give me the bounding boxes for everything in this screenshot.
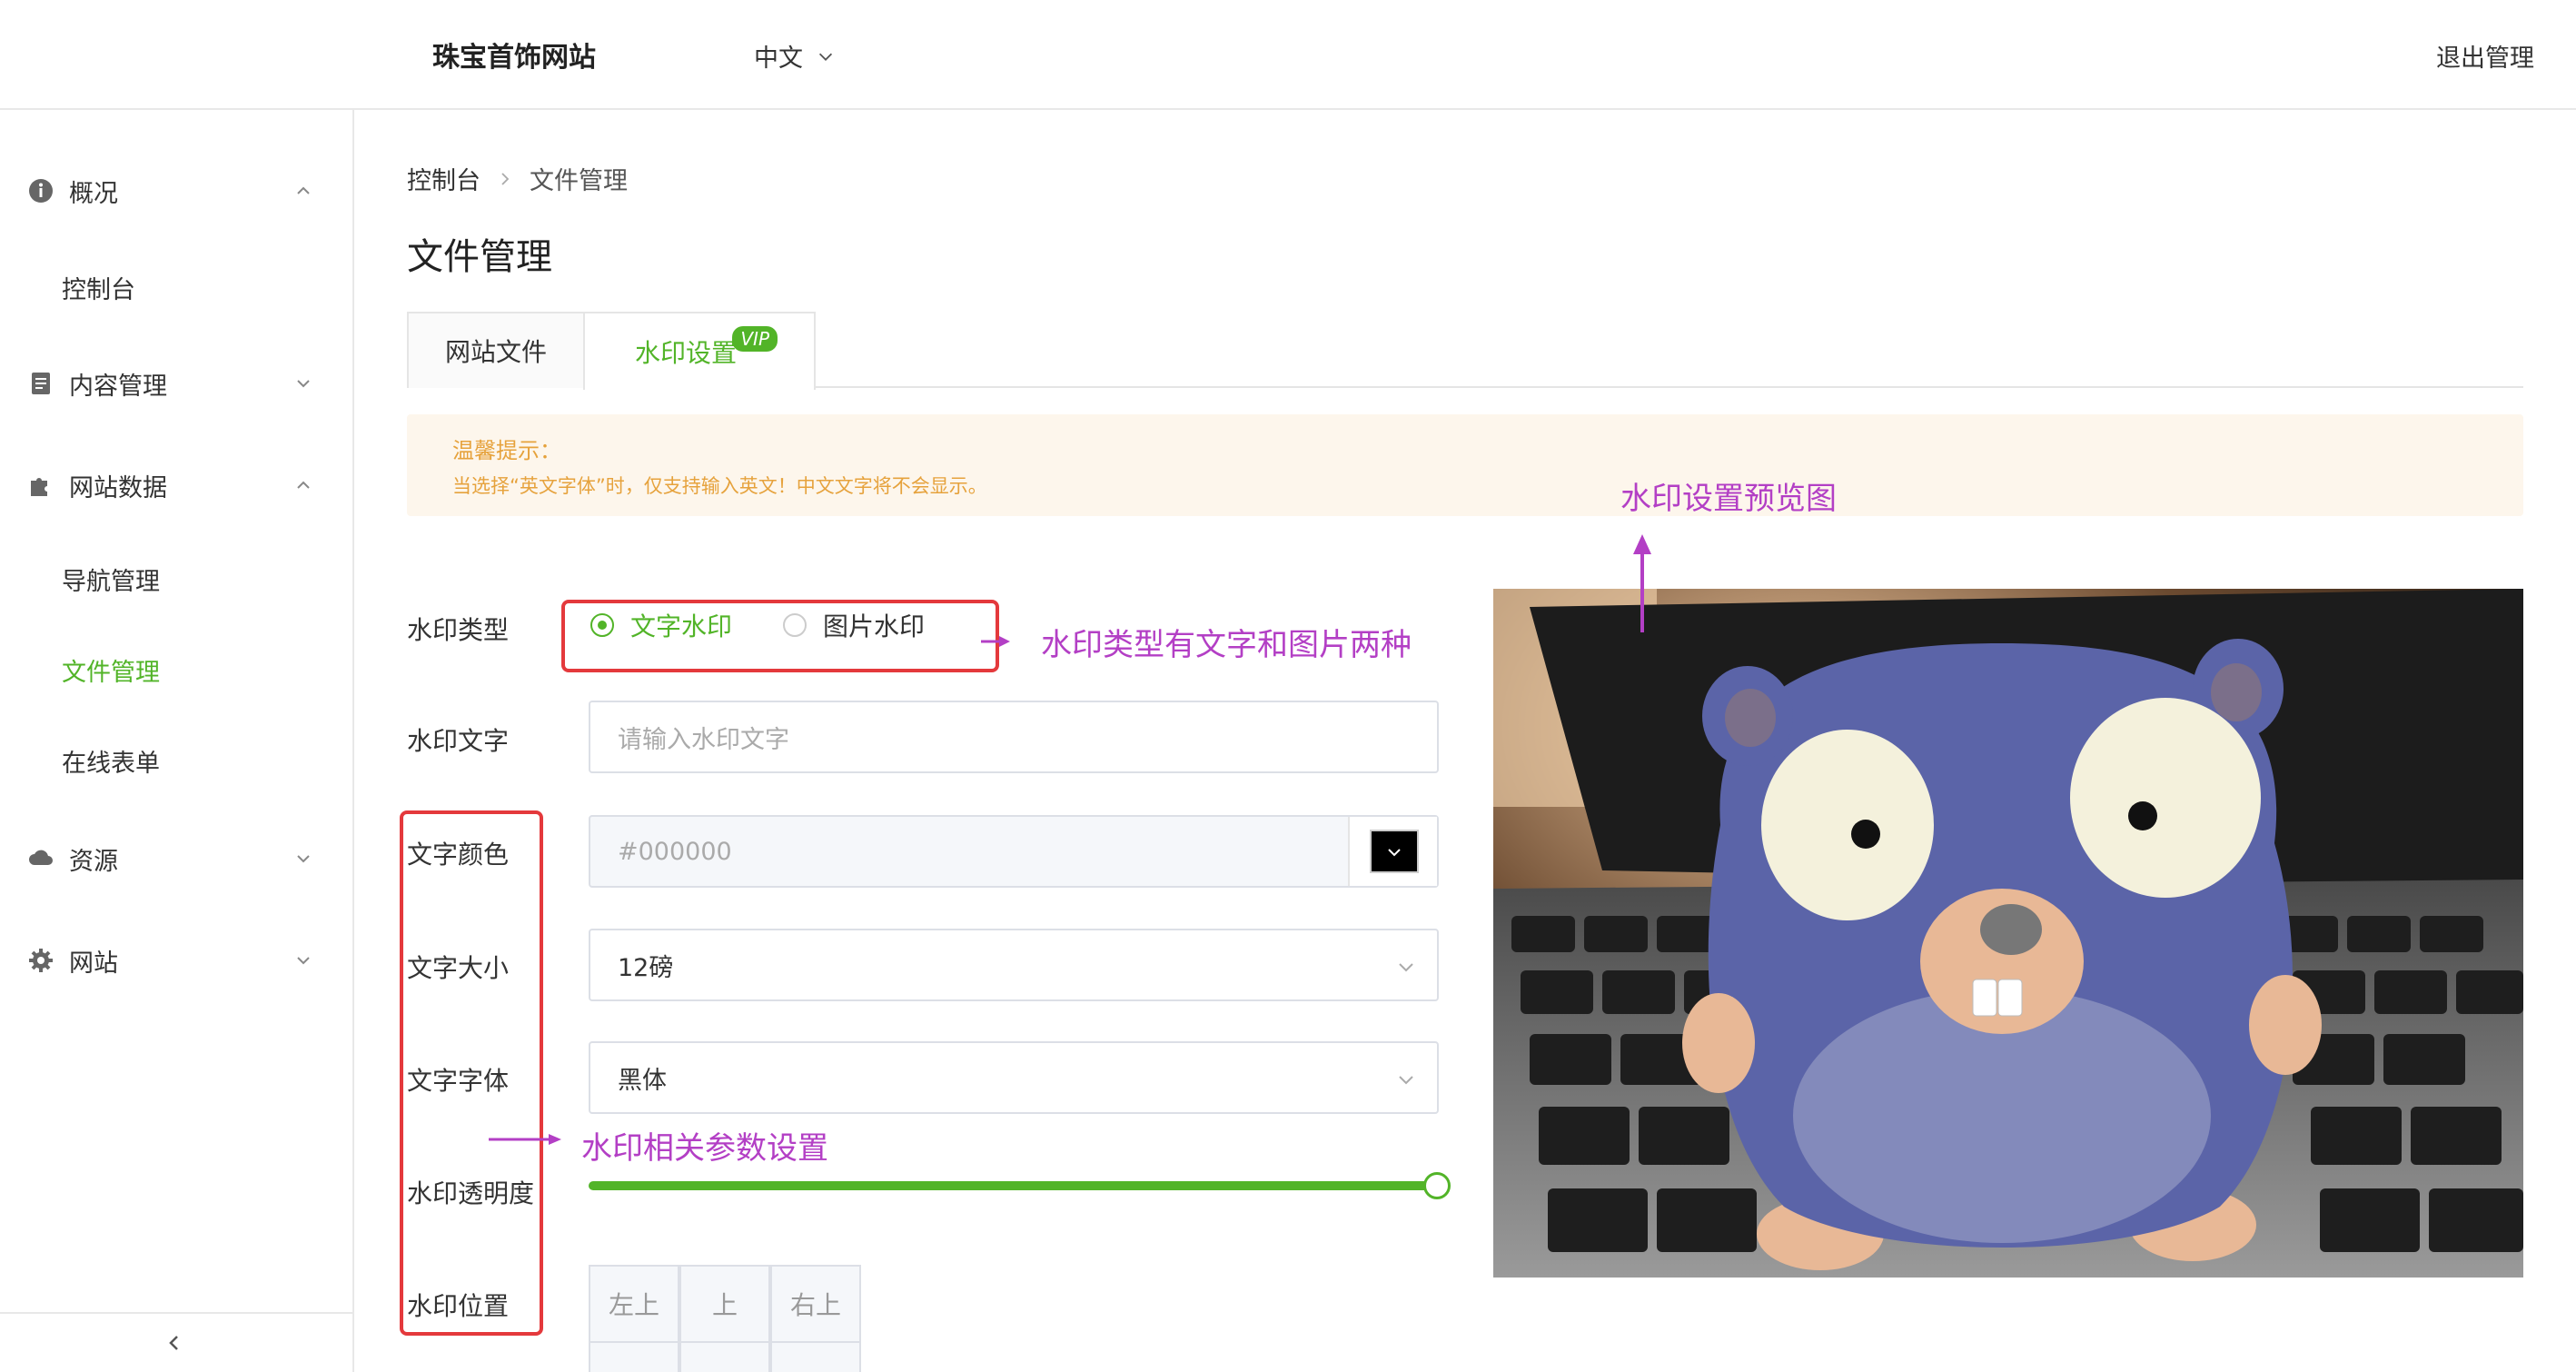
language-label: 中文	[754, 45, 803, 73]
site-name: 珠宝首饰网站	[432, 42, 596, 74]
position-cell[interactable]	[770, 1341, 861, 1372]
opacity-slider-track[interactable]	[589, 1181, 1439, 1190]
gear-icon	[29, 949, 53, 972]
notice-title: 温馨提示：	[452, 438, 561, 463]
arrow-right-icon	[489, 1134, 561, 1145]
chevron-down-icon	[818, 53, 833, 61]
sidebar-item-online-form[interactable]: 在线表单	[62, 743, 160, 779]
watermark-preview-image	[1493, 589, 2523, 1278]
text-color-input[interactable]: #000000	[589, 815, 1439, 888]
sidebar-group-label: 概况	[69, 179, 118, 208]
tab-watermark-settings[interactable]: 水印设置 VIP	[583, 312, 816, 390]
chevron-down-icon	[1399, 963, 1413, 972]
sidebar-group-label: 网站数据	[69, 473, 167, 502]
chevron-down-icon	[297, 957, 310, 965]
arrow-up-icon	[1633, 534, 1651, 632]
sidebar-collapse-button[interactable]	[0, 1312, 352, 1372]
vip-badge: VIP	[732, 326, 778, 352]
sidebar-group-website[interactable]: 网站	[0, 933, 352, 988]
sidebar-group-resources[interactable]: 资源	[0, 831, 352, 886]
watermark-type-label: 水印类型	[407, 615, 510, 645]
breadcrumb: 控制台 文件管理	[407, 161, 628, 196]
chevron-up-icon	[297, 481, 310, 489]
input-placeholder: 请输入水印文字	[618, 725, 789, 754]
gopher-preview-illustration	[1493, 589, 2523, 1278]
watermark-text-input[interactable]: 请输入水印文字	[589, 701, 1439, 773]
position-cell[interactable]	[589, 1341, 679, 1372]
highlight-watermark-params	[400, 810, 543, 1336]
annotation-params: 水印相关参数设置	[581, 1130, 828, 1167]
chevron-up-icon	[297, 186, 310, 194]
position-top[interactable]: 上	[679, 1265, 770, 1343]
tab-site-files[interactable]: 网站文件	[407, 312, 585, 388]
position-top-left[interactable]: 左上	[589, 1265, 679, 1343]
sidebar-group-label: 内容管理	[69, 372, 167, 401]
select-value: 12磅	[618, 953, 674, 982]
cloud-icon	[29, 850, 53, 865]
text-size-select[interactable]: 12磅	[589, 929, 1439, 1001]
color-picker-trigger[interactable]	[1348, 817, 1437, 886]
chevron-right-icon	[501, 172, 510, 185]
breadcrumb-item: 文件管理	[530, 167, 628, 195]
sidebar-group-overview[interactable]: 概况	[0, 164, 352, 218]
puzzle-icon	[31, 478, 47, 496]
annotation-type: 水印类型有文字和图片两种	[1041, 627, 1412, 663]
sidebar-group-content[interactable]: 内容管理	[0, 356, 352, 411]
watermark-text-label: 水印文字	[407, 726, 510, 756]
position-cell[interactable]	[679, 1341, 770, 1372]
sidebar-group-label: 网站	[69, 949, 118, 978]
chevron-down-icon	[1388, 849, 1401, 857]
select-value: 黑体	[618, 1066, 667, 1095]
input-placeholder: #000000	[618, 837, 732, 866]
chevron-down-icon	[1399, 1076, 1413, 1085]
arrow-right-icon	[981, 636, 1010, 647]
chevron-down-icon	[297, 380, 310, 388]
tab-label: 网站文件	[444, 337, 547, 367]
sidebar-group-site-data[interactable]: 网站数据	[0, 458, 352, 512]
annotation-preview: 水印设置预览图	[1620, 481, 1837, 517]
position-top-right[interactable]: 右上	[770, 1265, 861, 1343]
warning-notice: 温馨提示： 当选择“英文字体”时，仅支持输入英文！中文文字将不会显示。	[407, 414, 2523, 516]
logout-link[interactable]: 退出管理	[2436, 38, 2534, 74]
sidebar-item-dashboard[interactable]: 控制台	[62, 270, 135, 305]
notice-text: 当选择“英文字体”时，仅支持输入英文！中文文字将不会显示。	[452, 475, 987, 497]
info-icon	[29, 179, 53, 203]
color-swatch	[1370, 830, 1419, 873]
breadcrumb-item[interactable]: 控制台	[407, 161, 481, 196]
language-selector[interactable]: 中文	[754, 38, 836, 74]
document-icon	[32, 373, 50, 394]
chevron-down-icon	[297, 855, 310, 863]
sidebar-item-navigation[interactable]: 导航管理	[62, 562, 160, 597]
opacity-slider-handle[interactable]	[1423, 1172, 1451, 1199]
tab-bar: 网站文件 水印设置 VIP	[407, 312, 2523, 390]
highlight-watermark-type	[561, 600, 999, 672]
sidebar-group-label: 资源	[69, 847, 118, 876]
text-font-select[interactable]: 黑体	[589, 1041, 1439, 1114]
top-header: 珠宝首饰网站 中文 退出管理	[0, 0, 2576, 110]
sidebar-item-file-management[interactable]: 文件管理	[62, 652, 160, 688]
tab-label: 水印设置	[634, 338, 737, 368]
page-title: 文件管理	[407, 236, 552, 278]
sidebar: 概况 控制台 内容管理 网站数据 导航管理 文件管理 在线表单 资源 网站	[0, 110, 354, 1372]
chevron-left-icon	[169, 1336, 178, 1350]
